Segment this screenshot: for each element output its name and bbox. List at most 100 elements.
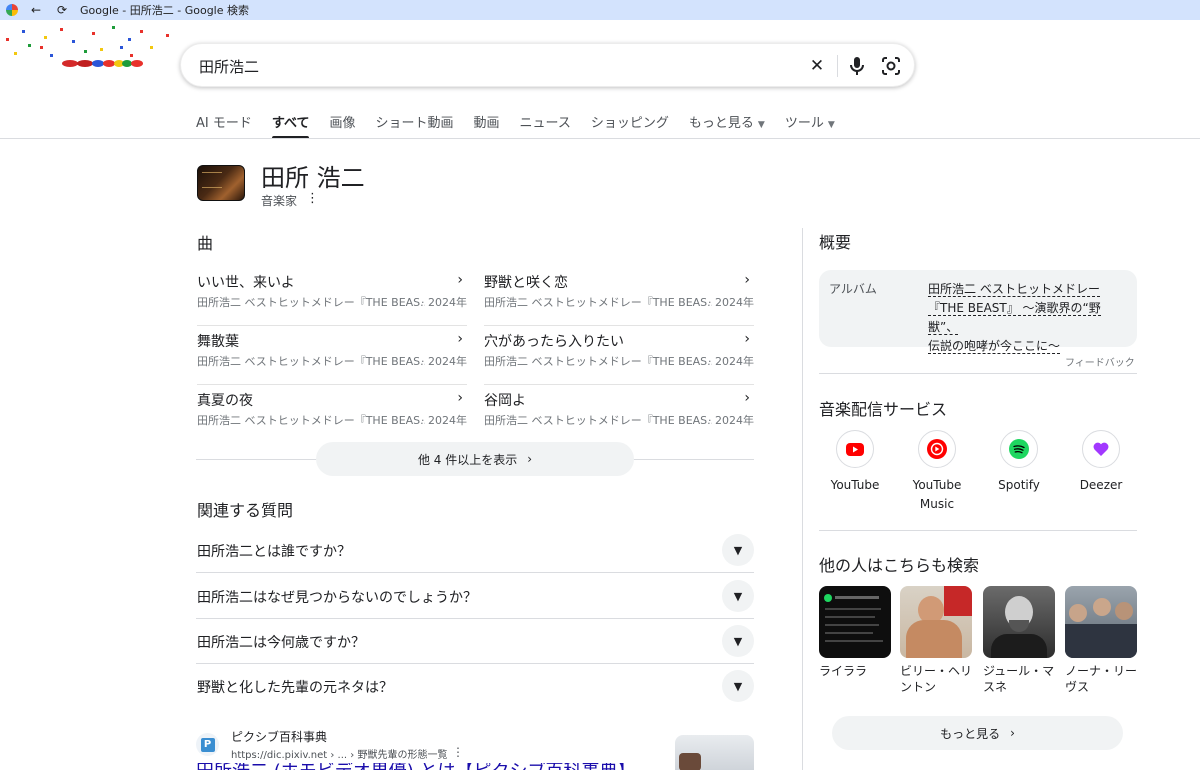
- service-youtube[interactable]: YouTube: [814, 430, 896, 495]
- deezer-icon: [1082, 430, 1120, 468]
- person-image: [983, 586, 1055, 658]
- tab-more[interactable]: もっと見る ▼: [689, 110, 765, 139]
- tab-images[interactable]: 画像: [329, 110, 355, 139]
- more-options-icon[interactable]: ⋮: [306, 191, 319, 206]
- pixiv-favicon-icon: P: [196, 733, 219, 756]
- tabs-divider: [0, 138, 1200, 139]
- album-line: 田所浩二 ベストヒットメドレー: [928, 282, 1101, 297]
- google-favicon-icon: [6, 4, 18, 16]
- chevron-right-icon: ›: [527, 452, 533, 466]
- search-input[interactable]: 田所浩二: [199, 56, 259, 77]
- song-item[interactable]: 穴があったら入りたい › 田所浩二 ベストヒットメドレー『THE BEAS...…: [484, 327, 754, 385]
- song-item[interactable]: 真夏の夜 › 田所浩二 ベストヒットメドレー『THE BEAS... · 202…: [197, 386, 467, 444]
- service-youtube-music[interactable]: YouTube Music: [896, 430, 978, 514]
- faq-question: 野獣と化した先輩の元ネタは？: [197, 680, 393, 696]
- service-label: Deezer: [1079, 478, 1123, 492]
- service-deezer[interactable]: Deezer: [1060, 430, 1142, 495]
- chevron-right-icon: ›: [744, 331, 750, 347]
- result-options-icon[interactable]: ⋮: [452, 745, 464, 759]
- microphone-icon[interactable]: [845, 54, 869, 78]
- feedback-link[interactable]: フィードバック: [1065, 354, 1135, 369]
- chevron-right-icon: ›: [457, 390, 463, 406]
- service-spotify[interactable]: Spotify: [978, 430, 1060, 495]
- song-year: · 2024年: [708, 414, 754, 427]
- see-more-button[interactable]: もっと見る ›: [832, 716, 1123, 750]
- service-label: Spotify: [998, 478, 1040, 492]
- overview-heading: 概要: [819, 233, 852, 252]
- song-item[interactable]: 舞散葉 › 田所浩二 ベストヒットメドレー『THE BEAS... · 2024…: [197, 327, 467, 385]
- back-arrow-icon[interactable]: ←: [28, 3, 44, 17]
- faq-item[interactable]: 野獣と化した先輩の元ネタは？ ▼: [196, 663, 754, 709]
- album-line: 伝説の咆哮が今ここに〜: [928, 339, 1061, 354]
- result-site-name[interactable]: ピクシブ百科事典: [231, 728, 327, 745]
- tab-ai-mode[interactable]: AI モード: [196, 110, 252, 139]
- person-image: [1065, 586, 1137, 658]
- song-title: 谷岡よ: [484, 393, 526, 409]
- tab-videos[interactable]: 動画: [473, 110, 499, 139]
- song-item[interactable]: いい世、来いよ › 田所浩二 ベストヒットメドレー『THE BEAS... · …: [197, 268, 467, 326]
- expand-chevron-icon[interactable]: ▼: [722, 625, 754, 657]
- result-thumbnail[interactable]: [675, 735, 754, 770]
- camera-lens-icon[interactable]: [879, 54, 903, 78]
- entity-thumbnail[interactable]: [197, 165, 245, 201]
- google-doodle-logo[interactable]: [0, 20, 180, 90]
- tab-shopping[interactable]: ショッピング: [591, 110, 669, 139]
- tab-all[interactable]: すべて: [271, 110, 309, 139]
- songs-heading: 曲: [197, 234, 214, 253]
- faq-heading: 関連する質問: [197, 501, 294, 520]
- song-title: 穴があったら入りたい: [484, 334, 624, 350]
- chevron-right-icon: ›: [1010, 726, 1015, 740]
- related-person-card[interactable]: ビリー・ヘリントン: [900, 586, 972, 695]
- tab-label: AI モード: [196, 116, 252, 131]
- youtube-music-icon: [918, 430, 956, 468]
- search-box[interactable]: 田所浩二 ✕: [180, 43, 915, 87]
- tab-label: もっと見る: [688, 116, 754, 131]
- chevron-right-icon: ›: [457, 331, 463, 347]
- clear-icon[interactable]: ✕: [805, 54, 829, 78]
- tab-label: 動画: [473, 116, 500, 131]
- tab-news[interactable]: ニュース: [520, 110, 571, 139]
- song-title: 真夏の夜: [197, 393, 253, 409]
- song-album: 田所浩二 ベストヒットメドレー『THE BEAS...: [484, 296, 712, 309]
- faq-question: 田所浩二は今何歳ですか？: [197, 635, 365, 651]
- result-url[interactable]: https://dic.pixiv.net › ... › 野獣先輩の形態一覧: [231, 746, 447, 761]
- album-link[interactable]: 田所浩二 ベストヒットメドレー 『THE BEAST』 〜演歌界の“野獣”、 伝…: [928, 280, 1130, 356]
- person-name: ノーナ・リーヴス: [1065, 664, 1138, 694]
- song-album: 田所浩二 ベストヒットメドレー『THE BEAS...: [197, 296, 425, 309]
- tab-short-videos[interactable]: ショート動画: [375, 110, 453, 139]
- tab-tools[interactable]: ツール ▼: [785, 110, 835, 139]
- related-person-card[interactable]: ジュール・マスネ: [983, 586, 1055, 695]
- song-title: 舞散葉: [197, 334, 239, 350]
- album-line: 『THE BEAST』 〜演歌界の“野獣”、: [928, 301, 1101, 335]
- expand-chevron-icon[interactable]: ▼: [722, 534, 754, 566]
- song-year: · 2024年: [708, 296, 754, 309]
- faq-item[interactable]: 田所浩二とは誰ですか？ ▼: [196, 527, 754, 573]
- faq-item[interactable]: 田所浩二はなぜ見つからないのでしょうか？ ▼: [196, 573, 754, 619]
- faq-question: 田所浩二とは誰ですか？: [197, 544, 351, 560]
- related-person-card[interactable]: ライララ: [819, 586, 891, 679]
- entity-title: 田所 浩二: [261, 164, 365, 192]
- expand-chevron-icon[interactable]: ▼: [722, 580, 754, 612]
- spotify-icon: [1000, 430, 1038, 468]
- song-item[interactable]: 谷岡よ › 田所浩二 ベストヒットメドレー『THE BEAS... · 2024…: [484, 386, 754, 444]
- related-person-card[interactable]: ノーナ・リーヴス: [1065, 586, 1137, 695]
- youtube-icon: [836, 430, 874, 468]
- show-more-songs-button[interactable]: 他 4 件以上を表示 ›: [316, 442, 634, 476]
- service-label: YouTube Music: [912, 478, 962, 511]
- people-also-search-heading: 他の人はこちらも検索: [819, 556, 980, 575]
- faq-question: 田所浩二はなぜ見つからないのでしょうか？: [197, 590, 477, 606]
- caret-down-icon: ▼: [827, 120, 835, 130]
- tab-label: ツール: [784, 116, 824, 131]
- reload-icon[interactable]: ⟳: [54, 3, 70, 17]
- expand-chevron-icon[interactable]: ▼: [722, 670, 754, 702]
- faq-item[interactable]: 田所浩二は今何歳ですか？ ▼: [196, 618, 754, 664]
- song-item[interactable]: 野獣と咲く恋 › 田所浩二 ベストヒットメドレー『THE BEAS... · 2…: [484, 268, 754, 326]
- browser-top-bar: ← ⟳ Google - 田所浩二 - Google 検索: [0, 0, 1200, 20]
- result-title-link[interactable]: 田所浩二 (ホモビデオ男優) とは【ピクシブ百科事典】: [196, 763, 636, 770]
- tab-label: ショート動画: [375, 116, 454, 131]
- streaming-heading: 音楽配信サービス: [819, 400, 948, 419]
- tab-label: 画像: [329, 116, 356, 131]
- album-card: アルバム 田所浩二 ベストヒットメドレー 『THE BEAST』 〜演歌界の“野…: [819, 270, 1137, 354]
- person-name: ビリー・ヘリントン: [900, 664, 973, 694]
- button-label: もっと見る: [940, 726, 1001, 741]
